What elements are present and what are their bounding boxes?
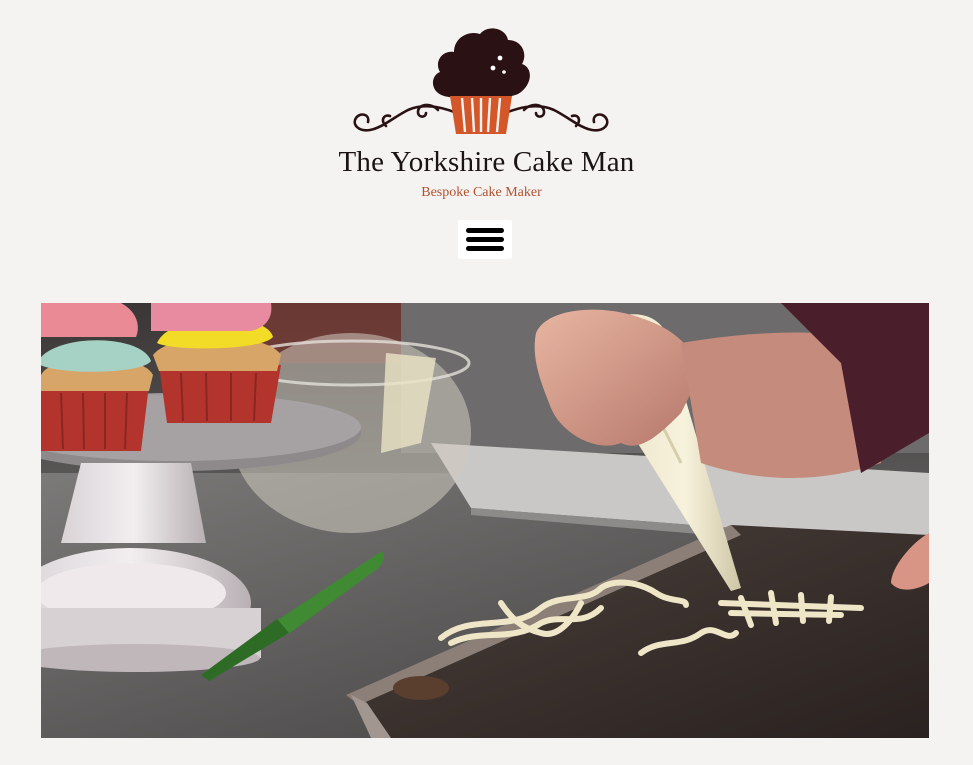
page: The Yorkshire Cake Man Bespoke Cake Make… (0, 0, 973, 765)
site-title[interactable]: The Yorkshire Cake Man (0, 144, 973, 180)
cupcake-logo-icon[interactable] (346, 18, 616, 142)
menu-toggle-button[interactable] (458, 220, 512, 259)
site-tagline: Bespoke Cake Maker (421, 185, 542, 200)
hero-image (41, 303, 929, 738)
hero-baking-photo (41, 303, 929, 738)
